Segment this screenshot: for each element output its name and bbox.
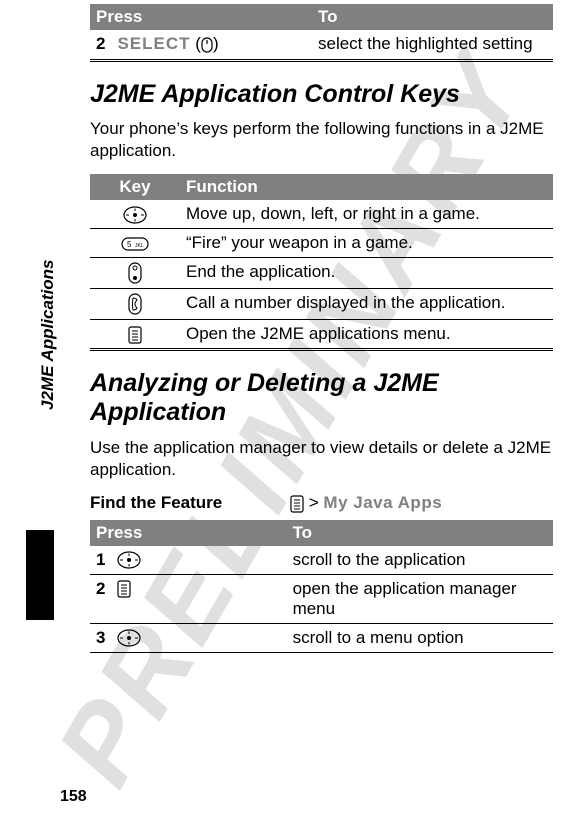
press-cell bbox=[111, 546, 286, 575]
paragraph: Your phone’s keys perform the following … bbox=[90, 118, 553, 162]
function-cell: End the application. bbox=[180, 258, 553, 289]
key-cell bbox=[90, 200, 180, 229]
table-row: Open the J2ME applications menu. bbox=[90, 320, 553, 350]
menu-key-icon bbox=[290, 494, 304, 514]
key-cell: 5JKL bbox=[90, 229, 180, 258]
step-number: 1 bbox=[90, 546, 111, 575]
step-number: 3 bbox=[90, 623, 111, 652]
function-cell: Open the J2ME applications menu. bbox=[180, 320, 553, 350]
col-press: Press bbox=[90, 4, 312, 30]
press-cell bbox=[111, 574, 286, 623]
function-cell: Move up, down, left, or right in a game. bbox=[180, 200, 553, 229]
feature-path: My Java Apps bbox=[323, 493, 442, 512]
col-to: To bbox=[312, 4, 553, 30]
table-row: 2 SELECT () select the highlighted setti… bbox=[90, 30, 553, 60]
to-cell: select the highlighted setting bbox=[312, 30, 553, 60]
five-key-icon: 5JKL bbox=[121, 233, 149, 252]
press-cell: SELECT () bbox=[111, 30, 312, 60]
softkey-icon bbox=[201, 35, 213, 55]
nav-key-icon bbox=[117, 628, 141, 647]
step-number: 2 bbox=[90, 574, 111, 623]
press-to-table-bottom: Press To 1 scroll to the application 2 o… bbox=[90, 520, 553, 653]
menu-key-icon bbox=[117, 579, 131, 598]
feature-path-group: > My Java Apps bbox=[290, 493, 442, 514]
side-section-label: J2ME Applications bbox=[38, 259, 58, 410]
table-row: 2 open the application manager menu bbox=[90, 574, 553, 623]
page-content: Press To 2 SELECT () select the highligh… bbox=[90, 0, 553, 667]
table-row: 5JKL “Fire” your weapon in a game. bbox=[90, 229, 553, 258]
col-key: Key bbox=[90, 174, 180, 200]
table-row: End the application. bbox=[90, 258, 553, 289]
find-feature-row: Find the Feature > My Java Apps bbox=[90, 493, 553, 514]
svg-text:5: 5 bbox=[127, 240, 132, 249]
heading-control-keys: J2ME Application Control Keys bbox=[90, 80, 553, 109]
table-row: Call a number displayed in the applicati… bbox=[90, 289, 553, 320]
to-cell: scroll to the application bbox=[287, 546, 553, 575]
find-feature-label: Find the Feature bbox=[90, 493, 290, 514]
select-label: SELECT bbox=[117, 34, 190, 53]
step-number: 2 bbox=[90, 30, 111, 60]
call-key-icon bbox=[128, 294, 142, 313]
table-row: 1 scroll to the application bbox=[90, 546, 553, 575]
key-function-table: Key Function Move up, down, left, or rig… bbox=[90, 174, 553, 351]
col-press: Press bbox=[90, 520, 287, 546]
separator: > bbox=[309, 493, 319, 512]
function-cell: “Fire” your weapon in a game. bbox=[180, 229, 553, 258]
function-cell: Call a number displayed in the applicati… bbox=[180, 289, 553, 320]
key-cell bbox=[90, 320, 180, 350]
to-cell: open the application manager menu bbox=[287, 574, 553, 623]
to-cell: scroll to a menu option bbox=[287, 623, 553, 652]
table-row: Move up, down, left, or right in a game. bbox=[90, 200, 553, 229]
col-to: To bbox=[287, 520, 553, 546]
col-function: Function bbox=[180, 174, 553, 200]
svg-text:JKL: JKL bbox=[135, 243, 144, 249]
table-row: 3 scroll to a menu option bbox=[90, 623, 553, 652]
side-black-block bbox=[26, 530, 54, 620]
press-to-table-top: Press To 2 SELECT () select the highligh… bbox=[90, 4, 553, 62]
press-cell bbox=[111, 623, 286, 652]
heading-analyze-delete: Analyzing or Deleting a J2ME Application bbox=[90, 369, 553, 427]
nav-key-icon bbox=[117, 550, 141, 569]
paragraph: Use the application manager to view deta… bbox=[90, 437, 553, 481]
nav-key-icon bbox=[123, 204, 147, 223]
paren-close: ) bbox=[213, 34, 219, 53]
end-key-icon bbox=[128, 263, 142, 282]
key-cell bbox=[90, 289, 180, 320]
menu-key-icon bbox=[128, 324, 142, 343]
page-number: 158 bbox=[60, 788, 87, 806]
key-cell bbox=[90, 258, 180, 289]
